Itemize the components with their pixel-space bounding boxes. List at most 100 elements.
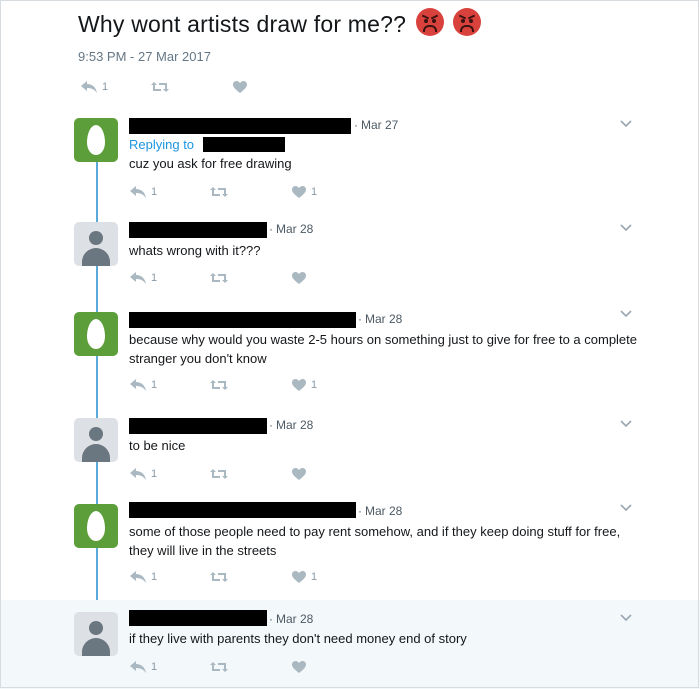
reply-text: cuz you ask for free drawing [129,156,292,171]
retweet-icon [210,273,228,283]
retweet-button[interactable] [209,660,229,674]
tweet-actions: 1 1 [129,185,349,203]
replying-to-label: Replying to [129,137,195,152]
redacted-username [129,118,351,134]
chevron-down-icon[interactable] [620,224,632,232]
redacted-mention [203,137,285,152]
reply-icon [130,468,146,480]
heart-icon [292,571,306,583]
reply-button[interactable]: 1 [129,185,157,199]
tweet-date[interactable]: · Mar 28 [269,222,313,236]
tweet-date[interactable]: · Mar 28 [269,418,313,432]
default-avatar-icon [89,231,103,245]
tweet-actions: 1 [129,467,349,485]
angry-face-icon [415,8,444,36]
avatar[interactable] [74,612,118,656]
retweet-icon [210,572,228,582]
reply-text: because why would you waste 2-5 hours on… [129,332,638,366]
reply-tweet-highlighted[interactable]: · Mar 28 if they live with parents they d… [0,600,700,689]
retweet-button[interactable] [209,271,229,285]
avatar[interactable] [74,312,118,356]
tweet-date[interactable]: · Mar 28 [358,504,402,518]
reply-icon [130,272,146,284]
like-button[interactable] [291,660,307,674]
main-tweet-text-row: Why wont artists draw for me?? [78,8,482,38]
default-avatar-icon [89,427,103,441]
reply-button[interactable]: 1 [80,80,108,94]
reply-icon [130,379,146,391]
reply-icon [130,571,146,583]
tweet-date-text: Mar 28 [276,222,314,236]
retweet-button[interactable] [209,467,229,481]
heart-icon [233,81,247,93]
angry-face-icon [453,8,482,36]
reply-text: to be nice [129,438,186,453]
like-button[interactable]: 1 [291,570,317,584]
reply-tweet[interactable]: · Mar 28 to be nice 1 [0,400,700,492]
retweet-icon [151,82,169,92]
reply-tweet[interactable]: · Mar 28 whats wrong with it??? 1 [0,208,700,300]
redacted-username [129,222,267,238]
retweet-icon [210,469,228,479]
twitter-thread: Why wont artists draw for me?? 9:53 PM -… [0,0,700,689]
tweet-actions: 1 [129,271,349,289]
chevron-down-icon[interactable] [620,614,632,622]
reply-count: 1 [151,571,158,583]
reply-button[interactable]: 1 [129,271,157,285]
reply-tweet[interactable]: · Mar 28 because why would you waste 2-5 … [0,300,700,400]
reply-tweet[interactable]: · Mar 28 some of those people need to pay… [0,492,700,600]
retweet-button[interactable] [209,570,229,584]
reply-button[interactable]: 1 [129,660,157,674]
avatar[interactable] [74,118,118,162]
like-button[interactable]: 1 [291,378,317,392]
tweet-date[interactable]: · Mar 28 [269,612,313,626]
tweet-date-text: Mar 28 [276,612,314,626]
reply-text: if they live with parents they don't nee… [129,631,467,646]
like-button[interactable] [232,80,248,94]
avatar[interactable] [74,418,118,462]
chevron-down-icon[interactable] [620,420,632,428]
retweet-icon [210,380,228,390]
egg-avatar-icon [87,125,105,155]
heart-icon [292,272,306,284]
tweet-date-text: Mar 28 [276,418,314,432]
heart-icon [292,186,306,198]
reply-icon [81,81,97,93]
chevron-down-icon[interactable] [620,504,632,512]
reply-count: 1 [102,81,109,93]
reply-count: 1 [151,661,158,673]
reply-button[interactable]: 1 [129,467,157,481]
avatar[interactable] [74,222,118,266]
chevron-down-icon[interactable] [620,120,632,128]
tweet-date-text: Mar 27 [361,118,399,132]
default-avatar-body [82,638,110,656]
reply-button[interactable]: 1 [129,378,157,392]
retweet-button[interactable] [209,185,229,199]
like-button[interactable]: 1 [291,185,317,199]
retweet-icon [210,662,228,672]
tweet-actions: 1 1 [129,570,349,588]
reply-tweet[interactable]: · Mar 27 Replying to cuz you ask for free… [0,108,700,208]
avatar[interactable] [74,504,118,548]
chevron-down-icon[interactable] [620,310,632,318]
tweet-date[interactable]: · Mar 28 [358,312,402,326]
default-avatar-icon [89,621,103,635]
reply-text: whats wrong with it??? [129,243,261,258]
reply-button[interactable]: 1 [129,570,157,584]
replying-to-line: Replying to [129,137,194,152]
reply-icon [130,661,146,673]
like-button[interactable] [291,271,307,285]
reply-count: 1 [151,468,158,480]
heart-icon [292,468,306,480]
like-button[interactable] [291,467,307,481]
heart-icon [292,661,306,673]
egg-avatar-icon [87,511,105,541]
reply-count: 1 [151,379,158,391]
retweet-button[interactable] [150,80,170,94]
retweet-button[interactable] [209,378,229,392]
reply-icon [130,186,146,198]
retweet-icon [210,187,228,197]
default-avatar-body [82,444,110,462]
tweet-date[interactable]: · Mar 27 [354,118,398,132]
reply-count: 1 [151,272,158,284]
